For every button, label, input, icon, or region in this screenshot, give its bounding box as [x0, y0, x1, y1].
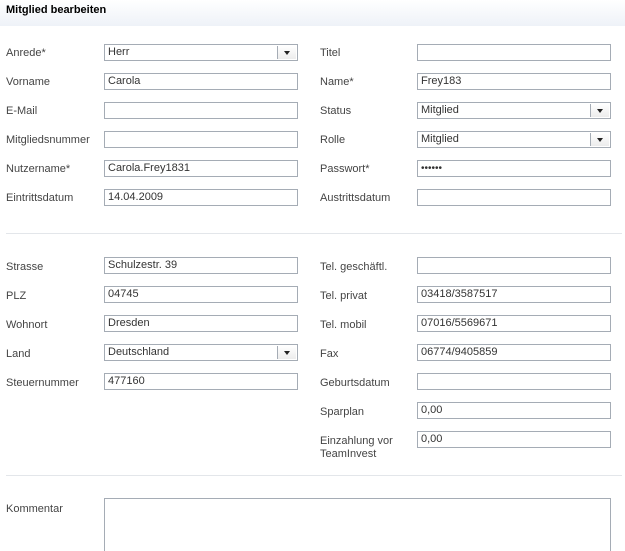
- tel-privat-input[interactable]: 03418/3587517: [417, 286, 611, 303]
- anrede-label: Anrede*: [6, 47, 46, 59]
- anrede-value: Herr: [108, 46, 130, 58]
- tel-mobil-label: Tel. mobil: [320, 319, 367, 331]
- einzahlung-label-line1: Einzahlung vor: [320, 435, 393, 447]
- section-divider: [6, 475, 622, 476]
- email-label: E-Mail: [6, 105, 38, 117]
- wohnort-input[interactable]: Dresden: [104, 315, 298, 332]
- plz-input[interactable]: 04745: [104, 286, 298, 303]
- mitgliedsnummer-input[interactable]: [104, 131, 298, 148]
- steuernummer-input[interactable]: 477160: [104, 373, 298, 390]
- name-input[interactable]: Frey183: [417, 73, 611, 90]
- wohnort-label: Wohnort: [6, 319, 48, 331]
- austrittsdatum-input[interactable]: [417, 189, 611, 206]
- section-divider: [6, 233, 622, 234]
- steuernummer-label: Steuernummer: [6, 377, 79, 389]
- name-label: Name*: [320, 76, 354, 88]
- eintrittsdatum-input[interactable]: 14.04.2009: [104, 189, 298, 206]
- sparplan-input[interactable]: 0,00: [417, 402, 611, 419]
- chevron-down-icon[interactable]: [277, 46, 296, 59]
- kommentar-textarea[interactable]: [104, 498, 611, 551]
- status-label: Status: [320, 105, 352, 117]
- tel-mobil-input[interactable]: 07016/5569671: [417, 315, 611, 332]
- nutzername-label: Nutzername*: [6, 163, 71, 175]
- geburtsdatum-label: Geburtsdatum: [320, 377, 390, 389]
- land-select[interactable]: Deutschland: [104, 344, 298, 361]
- rolle-value: Mitglied: [421, 133, 459, 145]
- tel-geschaeftl-input[interactable]: [417, 257, 611, 274]
- mitgliedsnummer-label: Mitgliedsnummer: [6, 134, 90, 146]
- einzahlung-label-line2: TeamInvest: [320, 448, 377, 460]
- land-value: Deutschland: [108, 346, 170, 358]
- passwort-label: Passwort*: [320, 163, 370, 175]
- strasse-input[interactable]: Schulzestr. 39: [104, 257, 298, 274]
- page-title: Mitglied bearbeiten: [6, 4, 107, 16]
- geburtsdatum-input[interactable]: [417, 373, 611, 390]
- austrittsdatum-label: Austrittsdatum: [320, 192, 391, 204]
- fax-label: Fax: [320, 348, 339, 360]
- einzahlung-input[interactable]: 0,00: [417, 431, 611, 448]
- titel-input[interactable]: [417, 44, 611, 61]
- nutzername-input[interactable]: Carola.Frey1831: [104, 160, 298, 177]
- chevron-down-icon[interactable]: [590, 104, 609, 117]
- strasse-label: Strasse: [6, 261, 44, 273]
- plz-label: PLZ: [6, 290, 27, 302]
- status-value: Mitglied: [421, 104, 459, 116]
- chevron-down-icon[interactable]: [590, 133, 609, 146]
- titel-label: Titel: [320, 47, 341, 59]
- kommentar-label: Kommentar: [6, 503, 63, 515]
- status-select[interactable]: Mitglied: [417, 102, 611, 119]
- tel-privat-label: Tel. privat: [320, 290, 368, 302]
- tel-geschaeftl-label: Tel. geschäftl.: [320, 261, 388, 273]
- passwort-input[interactable]: ••••••: [417, 160, 611, 177]
- chevron-down-icon[interactable]: [277, 346, 296, 359]
- eintrittsdatum-label: Eintrittsdatum: [6, 192, 74, 204]
- rolle-label: Rolle: [320, 134, 346, 146]
- fax-input[interactable]: 06774/9405859: [417, 344, 611, 361]
- vorname-label: Vorname: [6, 76, 51, 88]
- form-header: Mitglied bearbeiten: [0, 0, 625, 26]
- sparplan-label: Sparplan: [320, 406, 365, 418]
- vorname-input[interactable]: Carola: [104, 73, 298, 90]
- anrede-select[interactable]: Herr: [104, 44, 298, 61]
- email-input[interactable]: [104, 102, 298, 119]
- land-label: Land: [6, 348, 31, 360]
- rolle-select[interactable]: Mitglied: [417, 131, 611, 148]
